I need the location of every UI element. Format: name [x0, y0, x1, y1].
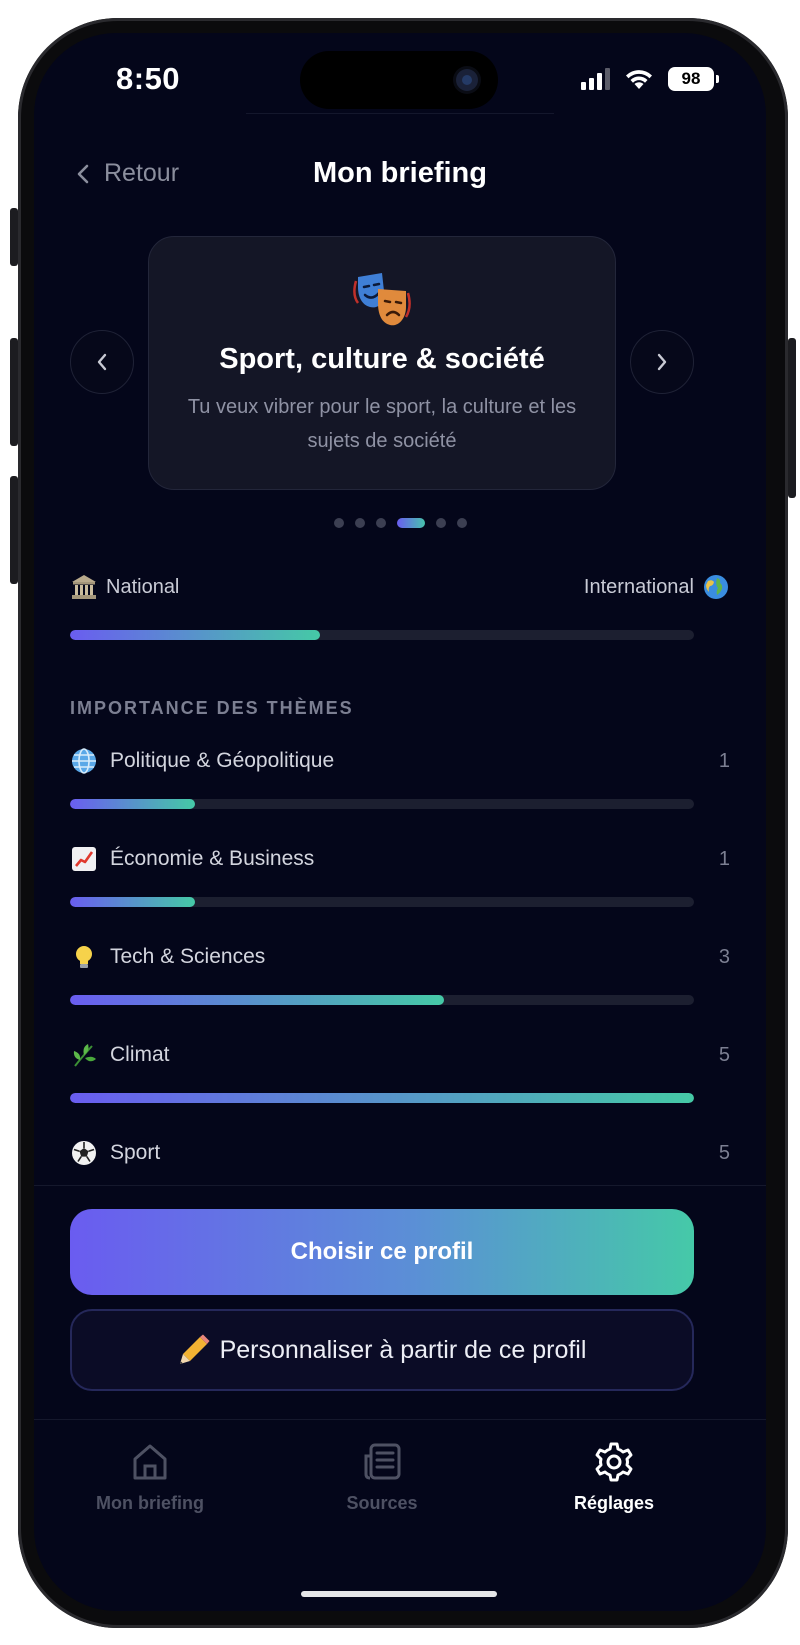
scope-left: National — [70, 573, 179, 601]
theme-label: Tech & Sciences — [110, 945, 266, 968]
customize-profile-label: Personnaliser à partir de ce profil — [219, 1335, 587, 1364]
tab-sources[interactable]: Sources — [282, 1439, 482, 1514]
tab-mon-briefing[interactable]: Mon briefing — [50, 1439, 250, 1514]
volume-up-button — [10, 338, 18, 446]
tab-label: Mon briefing — [96, 1493, 204, 1513]
themes-section-heading: IMPORTANCE DES THÈMES — [70, 698, 354, 718]
theme-row: Économie & Business 1 — [70, 845, 730, 873]
battery-icon: 98 — [668, 67, 719, 91]
tab-label: Sources — [346, 1493, 418, 1513]
theme-label-group: Sport — [70, 1139, 160, 1167]
tab-bar: Mon briefing Sources Réglages — [34, 1419, 766, 1611]
home-icon — [50, 1439, 250, 1485]
theme-label-group: Économie & Business — [70, 845, 314, 873]
scope-slider-fill — [70, 630, 320, 640]
theme-importance-slider[interactable] — [70, 1093, 694, 1103]
theme-importance-fill — [70, 897, 195, 907]
pagination-dot[interactable] — [354, 518, 365, 528]
page-title: Mon briefing — [313, 157, 487, 189]
chart-increasing-icon — [70, 845, 98, 873]
cellular-signal-icon — [581, 68, 610, 90]
scope-right: International — [584, 573, 730, 601]
home-indicator[interactable] — [301, 1591, 497, 1597]
scope-right-label: International — [583, 575, 694, 598]
profile-card[interactable]: Sport, culture & société Tu veux vibrer … — [148, 236, 616, 490]
choose-profile-button[interactable]: Choisir ce profil — [70, 1209, 694, 1295]
theme-row: Tech & Sciences 3 — [70, 943, 730, 971]
gear-icon — [514, 1439, 714, 1485]
tab-label: Réglages — [573, 1493, 655, 1513]
theme-value: 5 — [718, 1141, 730, 1164]
theme-label: Sport — [110, 1141, 161, 1164]
previous-profile-button[interactable] — [70, 330, 134, 394]
globe-icon — [704, 575, 728, 599]
scope-labels: National International — [70, 573, 730, 601]
theme-value: 1 — [718, 749, 730, 772]
wifi-icon — [626, 70, 652, 89]
theme-importance-fill — [70, 1093, 694, 1103]
theme-importance-slider[interactable] — [70, 897, 694, 907]
profile-subtitle: Tu veux vibrer pour le sport, la culture… — [187, 396, 577, 452]
power-button — [788, 338, 796, 498]
theme-row: Climat 5 — [70, 1041, 730, 1069]
newspaper-icon — [282, 1439, 482, 1485]
status-icons: 98 — [581, 67, 719, 91]
theme-label-group: Tech & Sciences — [70, 943, 265, 971]
tab-reglages[interactable]: Réglages — [514, 1439, 714, 1514]
dynamic-island — [300, 51, 498, 109]
status-time: 8:50 — [116, 61, 181, 96]
next-profile-button[interactable] — [630, 330, 694, 394]
silent-switch — [10, 208, 18, 266]
pencil-icon — [179, 1334, 210, 1364]
header-divider — [246, 113, 554, 114]
content-divider — [34, 1185, 766, 1186]
soccer-ball-icon — [70, 1139, 98, 1167]
chevron-right-icon — [657, 353, 667, 371]
camera-icon — [456, 69, 478, 91]
scope-left-label: National — [106, 575, 180, 598]
pagination-dot[interactable] — [435, 518, 446, 528]
scope-slider[interactable] — [70, 630, 694, 640]
theme-importance-fill — [70, 799, 195, 809]
theme-value: 3 — [718, 945, 730, 968]
theme-importance-slider[interactable] — [70, 799, 694, 809]
profile-title: Sport, culture & société — [219, 343, 545, 375]
pagination-dot[interactable] — [456, 518, 467, 528]
theme-value: 1 — [718, 847, 730, 870]
volume-down-button — [10, 476, 18, 584]
chevron-left-icon — [97, 353, 107, 371]
classical-building-icon — [72, 575, 96, 599]
theme-label-group: Politique & Géopolitique — [70, 747, 334, 775]
herb-icon — [70, 1041, 98, 1069]
theme-label-group: Climat — [70, 1041, 170, 1069]
pagination-dot[interactable] — [396, 518, 425, 528]
app-screen: 8:50 98 Retour Mon briefing Sport, cultu… — [34, 33, 766, 1611]
customize-profile-button[interactable]: Personnaliser à partir de ce profil — [70, 1309, 694, 1391]
light-bulb-icon — [70, 943, 98, 971]
theme-importance-slider[interactable] — [70, 995, 694, 1005]
theme-label: Économie & Business — [110, 847, 315, 870]
globe-meridians-icon — [70, 747, 98, 775]
theater-masks-icon — [149, 273, 615, 329]
theme-value: 5 — [718, 1043, 730, 1066]
pagination-dot[interactable] — [375, 518, 386, 528]
theme-importance-fill — [70, 995, 445, 1005]
carousel-pagination[interactable] — [34, 518, 766, 528]
theme-label: Politique & Géopolitique — [110, 749, 335, 772]
theme-label: Climat — [110, 1043, 170, 1066]
theme-row: Sport 5 — [70, 1139, 730, 1167]
theme-row: Politique & Géopolitique 1 — [70, 747, 730, 775]
pagination-dot[interactable] — [333, 518, 344, 528]
